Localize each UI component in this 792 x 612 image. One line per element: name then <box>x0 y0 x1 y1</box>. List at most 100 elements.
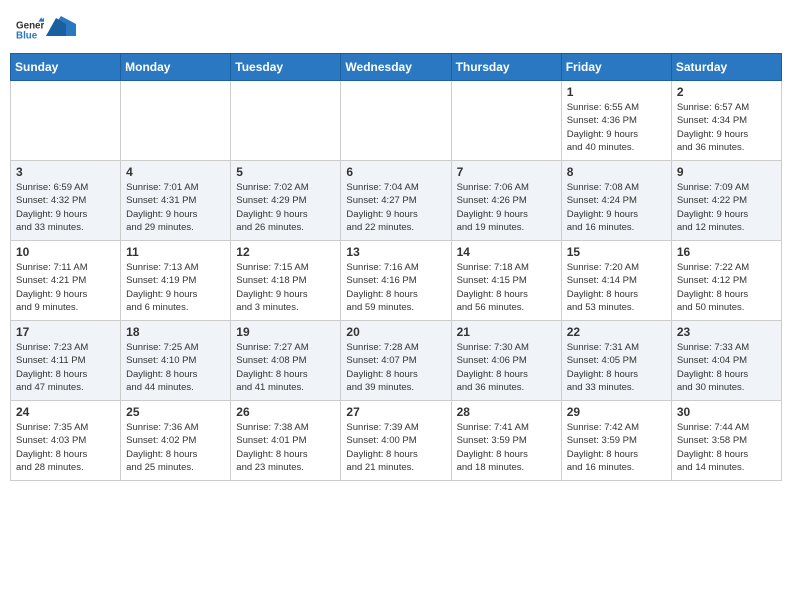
calendar-week-row: 3Sunrise: 6:59 AM Sunset: 4:32 PM Daylig… <box>11 161 782 241</box>
calendar-cell: 15 Sunrise: 7:20 AM Sunset: 4:14 PM Dayli… <box>561 241 671 321</box>
calendar-week-row: 1 Sunrise: 6:55 AM Sunset: 4:36 PM Daylig… <box>11 81 782 161</box>
calendar-week-row: 24 Sunrise: 7:35 AM Sunset: 4:03 PM Dayli… <box>11 401 782 481</box>
calendar-cell: 30 Sunrise: 7:44 AM Sunset: 3:58 PM Dayli… <box>671 401 781 481</box>
day-info: Sunrise: 7:13 AM Sunset: 4:19 PM Dayligh… <box>126 261 225 314</box>
day-info: Sunrise: 7:22 AM Sunset: 4:12 PM Dayligh… <box>677 261 776 314</box>
day-info: Sunrise: 7:20 AM Sunset: 4:14 PM Dayligh… <box>567 261 666 314</box>
calendar-cell <box>11 81 121 161</box>
day-info: Sunrise: 7:23 AM Sunset: 4:11 PM Dayligh… <box>16 341 115 394</box>
day-info: Sunrise: 7:35 AM Sunset: 4:03 PM Dayligh… <box>16 421 115 474</box>
calendar-cell: 1 Sunrise: 6:55 AM Sunset: 4:36 PM Daylig… <box>561 81 671 161</box>
day-number: 2 <box>677 85 776 99</box>
calendar-cell: 28 Sunrise: 7:41 AM Sunset: 3:59 PM Dayli… <box>451 401 561 481</box>
day-info: Sunrise: 7:31 AM Sunset: 4:05 PM Dayligh… <box>567 341 666 394</box>
day-number: 24 <box>16 405 115 419</box>
calendar-cell: 20 Sunrise: 7:28 AM Sunset: 4:07 PM Dayli… <box>341 321 451 401</box>
calendar-cell: 18 Sunrise: 7:25 AM Sunset: 4:10 PM Dayli… <box>121 321 231 401</box>
day-number: 12 <box>236 245 335 259</box>
day-info: Sunrise: 7:01 AM Sunset: 4:31 PM Dayligh… <box>126 181 225 234</box>
day-number: 9 <box>677 165 776 179</box>
calendar-cell: 27 Sunrise: 7:39 AM Sunset: 4:00 PM Dayli… <box>341 401 451 481</box>
day-info: Sunrise: 7:39 AM Sunset: 4:00 PM Dayligh… <box>346 421 445 474</box>
calendar-cell: 26 Sunrise: 7:38 AM Sunset: 4:01 PM Dayli… <box>231 401 341 481</box>
day-info: Sunrise: 7:08 AM Sunset: 4:24 PM Dayligh… <box>567 181 666 234</box>
calendar-cell: 24 Sunrise: 7:35 AM Sunset: 4:03 PM Dayli… <box>11 401 121 481</box>
calendar-day-header: Monday <box>121 54 231 81</box>
calendar-body: 1 Sunrise: 6:55 AM Sunset: 4:36 PM Daylig… <box>11 81 782 481</box>
day-info: Sunrise: 7:41 AM Sunset: 3:59 PM Dayligh… <box>457 421 556 474</box>
day-info: Sunrise: 7:30 AM Sunset: 4:06 PM Dayligh… <box>457 341 556 394</box>
day-info: Sunrise: 7:44 AM Sunset: 3:58 PM Dayligh… <box>677 421 776 474</box>
day-info: Sunrise: 7:16 AM Sunset: 4:16 PM Dayligh… <box>346 261 445 314</box>
day-number: 6 <box>346 165 445 179</box>
day-info: Sunrise: 6:55 AM Sunset: 4:36 PM Dayligh… <box>567 101 666 154</box>
calendar: SundayMondayTuesdayWednesdayThursdayFrid… <box>10 53 782 481</box>
day-number: 27 <box>346 405 445 419</box>
day-number: 5 <box>236 165 335 179</box>
day-number: 15 <box>567 245 666 259</box>
header: General Blue <box>10 10 782 49</box>
day-number: 28 <box>457 405 556 419</box>
calendar-day-header: Tuesday <box>231 54 341 81</box>
calendar-day-header: Friday <box>561 54 671 81</box>
day-info: Sunrise: 7:09 AM Sunset: 4:22 PM Dayligh… <box>677 181 776 234</box>
day-number: 17 <box>16 325 115 339</box>
day-number: 18 <box>126 325 225 339</box>
day-number: 26 <box>236 405 335 419</box>
calendar-cell <box>451 81 561 161</box>
day-number: 13 <box>346 245 445 259</box>
calendar-day-header: Thursday <box>451 54 561 81</box>
calendar-cell: 10 Sunrise: 7:11 AM Sunset: 4:21 PM Dayli… <box>11 241 121 321</box>
calendar-cell: 21 Sunrise: 7:30 AM Sunset: 4:06 PM Dayli… <box>451 321 561 401</box>
calendar-day-header: Sunday <box>11 54 121 81</box>
day-info: Sunrise: 7:02 AM Sunset: 4:29 PM Dayligh… <box>236 181 335 234</box>
calendar-cell: 29 Sunrise: 7:42 AM Sunset: 3:59 PM Dayli… <box>561 401 671 481</box>
day-number: 23 <box>677 325 776 339</box>
day-number: 22 <box>567 325 666 339</box>
svg-text:Blue: Blue <box>16 30 38 41</box>
day-info: Sunrise: 7:27 AM Sunset: 4:08 PM Dayligh… <box>236 341 335 394</box>
day-info: Sunrise: 7:04 AM Sunset: 4:27 PM Dayligh… <box>346 181 445 234</box>
calendar-cell <box>231 81 341 161</box>
calendar-day-header: Wednesday <box>341 54 451 81</box>
calendar-cell: 3Sunrise: 6:59 AM Sunset: 4:32 PM Daylig… <box>11 161 121 241</box>
calendar-cell: 19 Sunrise: 7:27 AM Sunset: 4:08 PM Dayli… <box>231 321 341 401</box>
calendar-cell: 2Sunrise: 6:57 AM Sunset: 4:34 PM Daylig… <box>671 81 781 161</box>
day-number: 3 <box>16 165 115 179</box>
day-info: Sunrise: 7:06 AM Sunset: 4:26 PM Dayligh… <box>457 181 556 234</box>
calendar-cell: 13 Sunrise: 7:16 AM Sunset: 4:16 PM Dayli… <box>341 241 451 321</box>
day-number: 25 <box>126 405 225 419</box>
day-number: 16 <box>677 245 776 259</box>
day-info: Sunrise: 7:15 AM Sunset: 4:18 PM Dayligh… <box>236 261 335 314</box>
day-number: 30 <box>677 405 776 419</box>
day-number: 1 <box>567 85 666 99</box>
day-info: Sunrise: 7:36 AM Sunset: 4:02 PM Dayligh… <box>126 421 225 474</box>
day-number: 8 <box>567 165 666 179</box>
calendar-cell: 7 Sunrise: 7:06 AM Sunset: 4:26 PM Daylig… <box>451 161 561 241</box>
calendar-cell: 16 Sunrise: 7:22 AM Sunset: 4:12 PM Dayli… <box>671 241 781 321</box>
day-number: 10 <box>16 245 115 259</box>
day-number: 7 <box>457 165 556 179</box>
calendar-cell: 4Sunrise: 7:01 AM Sunset: 4:31 PM Daylig… <box>121 161 231 241</box>
calendar-cell <box>121 81 231 161</box>
calendar-week-row: 10 Sunrise: 7:11 AM Sunset: 4:21 PM Dayli… <box>11 241 782 321</box>
calendar-cell <box>341 81 451 161</box>
calendar-week-row: 17 Sunrise: 7:23 AM Sunset: 4:11 PM Dayli… <box>11 321 782 401</box>
day-info: Sunrise: 7:38 AM Sunset: 4:01 PM Dayligh… <box>236 421 335 474</box>
day-number: 21 <box>457 325 556 339</box>
calendar-cell: 25 Sunrise: 7:36 AM Sunset: 4:02 PM Dayli… <box>121 401 231 481</box>
day-info: Sunrise: 7:28 AM Sunset: 4:07 PM Dayligh… <box>346 341 445 394</box>
day-number: 14 <box>457 245 556 259</box>
day-number: 11 <box>126 245 225 259</box>
day-info: Sunrise: 7:18 AM Sunset: 4:15 PM Dayligh… <box>457 261 556 314</box>
day-info: Sunrise: 7:25 AM Sunset: 4:10 PM Dayligh… <box>126 341 225 394</box>
calendar-cell: 9 Sunrise: 7:09 AM Sunset: 4:22 PM Daylig… <box>671 161 781 241</box>
day-info: Sunrise: 7:42 AM Sunset: 3:59 PM Dayligh… <box>567 421 666 474</box>
calendar-cell: 12 Sunrise: 7:15 AM Sunset: 4:18 PM Dayli… <box>231 241 341 321</box>
day-number: 20 <box>346 325 445 339</box>
day-number: 29 <box>567 405 666 419</box>
day-info: Sunrise: 7:11 AM Sunset: 4:21 PM Dayligh… <box>16 261 115 314</box>
calendar-cell: 23Sunrise: 7:33 AM Sunset: 4:04 PM Dayli… <box>671 321 781 401</box>
calendar-cell: 8 Sunrise: 7:08 AM Sunset: 4:24 PM Daylig… <box>561 161 671 241</box>
day-number: 19 <box>236 325 335 339</box>
